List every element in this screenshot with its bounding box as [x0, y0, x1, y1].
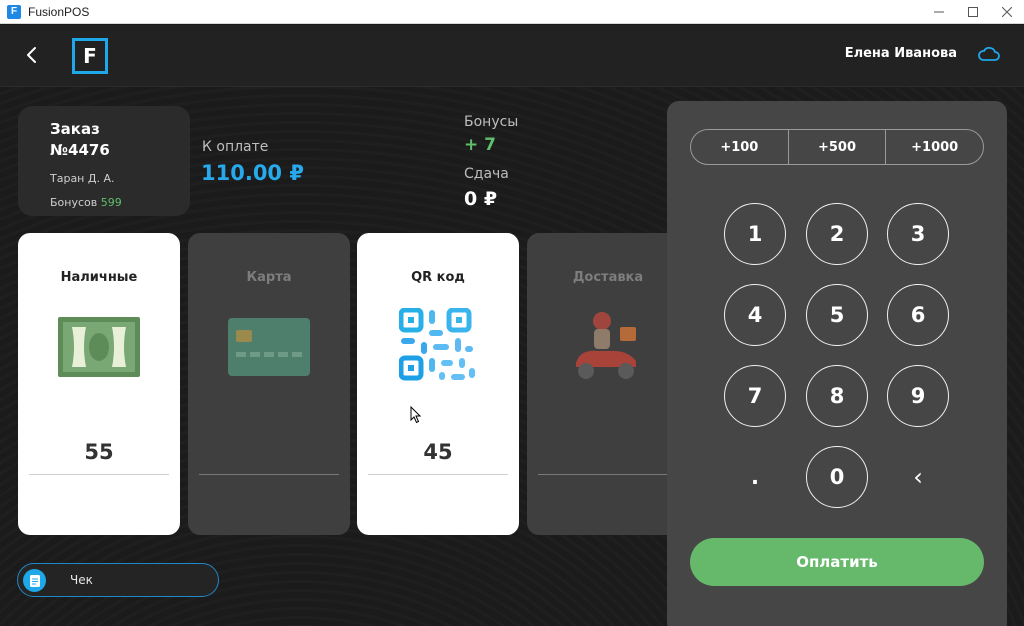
key-9[interactable]: 9 [887, 365, 949, 427]
receipt-label: Чек [70, 573, 93, 587]
app-icon: F [7, 4, 21, 19]
method-qr[interactable]: QR код 45 [357, 233, 519, 535]
to-pay-amount: 110.00 ₽ [201, 161, 304, 185]
back-button[interactable] [20, 43, 44, 67]
keypad-panel: +100 +500 +1000 1 2 3 4 5 6 7 8 9 . 0 ‹ … [667, 101, 1007, 626]
method-label: Карта [246, 270, 292, 285]
key-7[interactable]: 7 [724, 365, 786, 427]
method-underline [538, 474, 667, 475]
receipt-toggle[interactable]: Чек [17, 563, 219, 597]
method-label: Наличные [60, 270, 138, 285]
maximize-icon[interactable] [956, 0, 990, 24]
key-8[interactable]: 8 [806, 365, 868, 427]
order-number: №4476 [50, 141, 110, 159]
method-underline [29, 474, 169, 475]
window-title: FusionPOS [28, 4, 90, 19]
method-delivery[interactable]: Доставка [527, 233, 667, 535]
minimize-icon[interactable] [922, 0, 956, 24]
order-bonus-value: 599 [100, 196, 122, 209]
method-value[interactable]: 45 [357, 440, 519, 464]
close-icon[interactable] [990, 0, 1024, 24]
backspace-icon[interactable]: ‹ [887, 446, 949, 508]
method-underline [368, 474, 508, 475]
key-6[interactable]: 6 [887, 284, 949, 346]
bonus-value: + 7 [464, 135, 496, 155]
bonus-label: Бонусы [464, 114, 519, 130]
app-header: F Елена Иванова [0, 25, 1024, 87]
order-bonus-label: Бонусов [50, 196, 98, 209]
key-0[interactable]: 0 [806, 446, 868, 508]
method-value[interactable]: 55 [18, 440, 180, 464]
key-2[interactable]: 2 [806, 203, 868, 265]
quick-add-500-button[interactable]: +500 [787, 130, 886, 164]
quick-add-1000-button[interactable]: +1000 [885, 130, 983, 164]
order-client: Таран Д. А. [50, 172, 115, 185]
change-label: Сдача [464, 166, 509, 182]
key-3[interactable]: 3 [887, 203, 949, 265]
logo: F [72, 38, 108, 74]
method-cash[interactable]: Наличные 55 [18, 233, 180, 535]
method-label: QR код [411, 270, 465, 285]
pay-button[interactable]: Оплатить [690, 538, 984, 586]
quick-amounts: +100 +500 +1000 [690, 129, 984, 165]
window-controls [922, 0, 1024, 24]
qr-code-icon [396, 308, 480, 383]
method-label: Доставка [572, 270, 644, 285]
user-name[interactable]: Елена Иванова [845, 46, 957, 61]
cloud-icon[interactable] [978, 45, 1000, 63]
order-card: Заказ №4476 Таран Д. А. Бонусов 599 [18, 106, 190, 216]
card-icon [227, 311, 311, 383]
order-bonus: Бонусов 599 [50, 196, 122, 209]
key-4[interactable]: 4 [724, 284, 786, 346]
key-1[interactable]: 1 [724, 203, 786, 265]
quick-add-100-button[interactable]: +100 [691, 130, 788, 164]
method-card[interactable]: Карта [188, 233, 350, 535]
delivery-scooter-icon [566, 311, 650, 383]
chevron-left-icon [27, 47, 36, 63]
app-area: F Елена Иванова Заказ №4476 Таран Д. А. … [0, 25, 1024, 626]
mouse-cursor-icon [410, 406, 422, 424]
change-value: 0 ₽ [464, 188, 498, 210]
window-titlebar: F FusionPOS [0, 0, 1024, 24]
key-5[interactable]: 5 [806, 284, 868, 346]
method-underline [199, 474, 339, 475]
key-decimal[interactable]: . [724, 446, 786, 508]
receipt-icon [23, 569, 46, 592]
order-title: Заказ [50, 120, 100, 138]
to-pay-label: К оплате [202, 139, 269, 155]
cash-icon [57, 311, 141, 383]
